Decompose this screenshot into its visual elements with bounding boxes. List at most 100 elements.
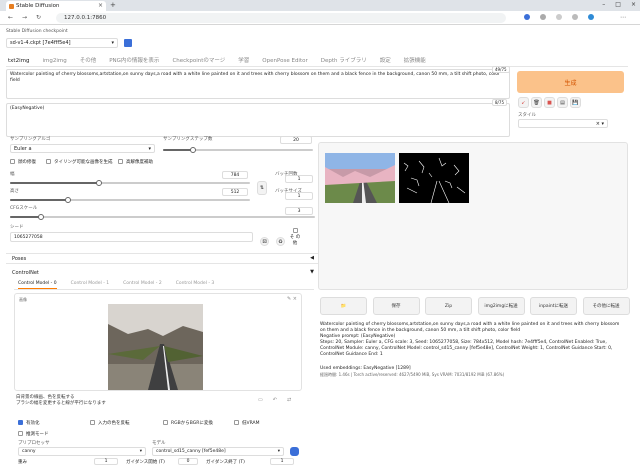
cn-tab-3[interactable]: Control Model - 3 [176,281,215,286]
camera-icon[interactable]: ⇄ [287,397,291,403]
close-window-icon[interactable]: × [631,1,636,8]
cn-tabs-divider [14,289,314,290]
new-tab-icon[interactable]: + [110,1,116,9]
url-field[interactable]: 127.0.0.1:7860 [56,13,506,23]
refresh-models-button[interactable] [290,447,299,456]
output-button-5[interactable]: その他に転送 [582,297,630,315]
guidance-end-input[interactable]: 1 [270,458,294,465]
height-slider[interactable] [10,197,250,203]
output-image-2[interactable] [399,153,469,203]
style-clear-icon[interactable]: × ▾ [596,121,604,127]
cn-tab-2[interactable]: Control Model - 2 [123,281,162,286]
favorites-icon[interactable] [540,14,546,20]
chevron-down-icon: ▾ [148,146,151,152]
cn-hint: 白背景の線画、色を反転する ブラシの幅を変更すると線が平行になります [16,395,106,407]
tab-9[interactable]: 拡張機能 [404,58,426,64]
cn-canvas-tools: ▭ ↶ ⇄ [258,397,291,403]
preprocessor-value: canny [22,449,36,454]
model-select[interactable]: control_sd15_canny [fef5e48e] ▾ [152,447,284,456]
apply-style-icon[interactable]: ▤ [557,97,568,108]
refresh-checkpoint-button[interactable] [124,39,132,47]
slider-knob[interactable] [190,147,196,153]
tab-5[interactable]: 学習 [238,58,249,64]
batch-size-input[interactable]: 1 [285,192,313,200]
cn-hint-line2: ブラシの幅を変更すると線が平行になります [16,401,106,406]
tab-4[interactable]: Checkpointのマージ [172,58,225,64]
height-input[interactable]: 512 [222,188,248,196]
undo-icon[interactable]: ↶ [273,397,277,403]
reuse-seed-icon[interactable]: ♻ [276,237,285,246]
tab-title: Stable Diffusion [16,3,60,9]
hires-fix-checkbox[interactable]: 高解像度補助 [118,159,153,165]
slider-knob[interactable] [95,180,102,186]
restore-faces-label: 顔の修復 [18,160,36,165]
cfg-input[interactable]: 3 [285,207,313,215]
cn-rgb-bgr-checkbox[interactable]: RGBからBGRに変換 [163,420,213,426]
tabs-divider [6,66,628,67]
cn-enable-checkbox[interactable]: 有効化 [18,420,40,426]
tab-6[interactable]: OpenPose Editor [262,58,307,64]
tab-3[interactable]: PNG内の情報を表示 [109,58,159,64]
extra-networks-icon[interactable]: ■ [544,97,555,108]
steps-input[interactable]: 20 [280,136,312,144]
edge-icon[interactable] [588,14,594,20]
swap-dimensions-icon[interactable]: ⇅ [257,181,267,195]
cn-guess-mode-checkbox[interactable]: 推測モード [18,431,49,437]
width-input[interactable]: 784 [222,171,248,179]
output-button-2[interactable]: Zip [425,297,472,315]
style-tool-buttons: ↙ 🗑 ■ ▤ 💾 [518,97,581,108]
tab-2[interactable]: その他 [80,58,97,64]
slider-knob[interactable] [37,214,44,220]
width-slider[interactable] [10,180,250,186]
poses-accordion[interactable]: Poses ◀ [6,253,318,264]
output-button-3[interactable]: img2imgに転送 [477,297,525,315]
output-button-0[interactable]: 📁 [320,297,367,315]
tiling-checkbox[interactable]: タイリング可能な画像を生成 [46,159,113,165]
minimize-icon[interactable]: – [602,1,605,8]
browser-tab[interactable]: Stable Diffusion × [6,1,106,11]
cfg-slider[interactable] [10,214,315,220]
collections-icon[interactable] [556,14,562,20]
output-button-1[interactable]: 保存 [372,297,420,315]
cn-image-panel[interactable]: 画像 ✎ × [14,293,302,391]
output-image-1[interactable] [325,153,395,203]
extra-seed-checkbox[interactable]: そ の 他 [289,228,301,247]
weight-input[interactable]: 1 [94,458,118,465]
tab-1[interactable]: img2img [42,58,66,64]
guidance-start-input[interactable]: 0 [178,458,198,465]
steps-slider[interactable] [163,147,313,153]
style-select[interactable]: × ▾ [518,119,608,128]
cn-tab-1[interactable]: Control Model - 1 [71,281,110,286]
more-icon[interactable]: ⋯ [620,14,626,21]
output-button-4[interactable]: inpaintに転送 [530,297,577,315]
negative-prompt-textarea[interactable]: (EasyNegative) [6,103,510,137]
random-seed-icon[interactable]: ⚄ [260,237,269,246]
slider-knob[interactable] [64,197,71,203]
tab-8[interactable]: 設定 [380,58,391,64]
cn-tab-0[interactable]: Control Model - 0 [18,281,57,289]
cn-invert-checkbox[interactable]: 入力の色を反転 [90,420,130,426]
sampler-select[interactable]: Euler a ▾ [10,144,155,153]
save-style-icon[interactable]: 💾 [570,97,581,108]
seed-input[interactable]: 1065277058 [10,232,253,242]
tab-7[interactable]: Depth ライブラリ [321,58,367,64]
checkpoint-select[interactable]: sd-v1-4.ckpt [7e4fff5e4] ▾ [6,38,118,48]
profile-icon[interactable] [572,14,578,20]
forward-icon[interactable]: → [22,14,27,21]
prompt-textarea[interactable]: Watercolor painting of cherry blossoms,a… [6,69,510,99]
batch-count-input[interactable]: 1 [285,175,313,183]
back-icon[interactable]: ← [8,14,13,21]
reload-icon[interactable]: ↻ [36,14,41,21]
controlnet-accordion[interactable]: ControlNet ▼ [6,268,318,278]
paste-params-icon[interactable]: ↙ [518,97,529,108]
brush-icon[interactable]: ▭ [258,397,263,403]
trash-icon[interactable]: 🗑 [531,97,542,108]
cn-low-vram-checkbox[interactable]: 低VRAM [234,420,259,426]
remove-image-icon[interactable]: ✎ × [287,296,297,302]
close-tab-icon[interactable]: × [98,2,103,9]
extension-icon[interactable] [524,14,530,20]
restore-faces-checkbox[interactable]: 顔の修復 [10,159,36,165]
maximize-icon[interactable]: □ [615,1,621,8]
generate-button[interactable]: 生成 [517,71,624,93]
preprocessor-select[interactable]: canny ▾ [18,447,146,456]
